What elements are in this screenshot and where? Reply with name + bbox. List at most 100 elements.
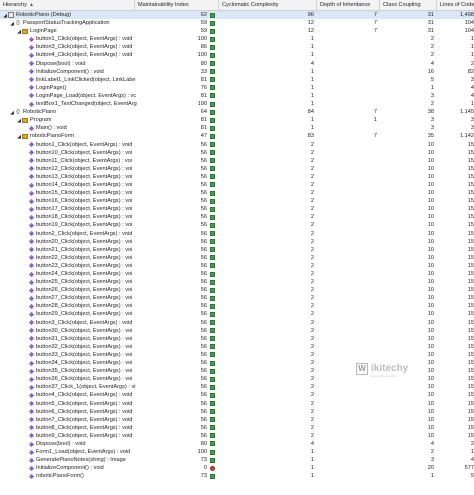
table-row[interactable]: button19_Click(object, EventArgs) : voi 5…	[0, 221, 474, 229]
table-row[interactable]: Form1_Load(object, EventArgs) : void 100 1…	[0, 448, 474, 456]
table-row[interactable]: button15_Click(object, EventArgs) : voi 5…	[0, 189, 474, 197]
row-name: button9_Click(object, EventArgs) : void	[36, 432, 133, 439]
table-row[interactable]: button1_Click(object, EventArgs) : void 1…	[0, 35, 474, 43]
class-coupling-value: 10	[427, 165, 434, 172]
table-row[interactable]: ◢ LoginPage 59 12 7 31 104	[0, 27, 474, 35]
cyclomatic-complexity-value: 1	[310, 465, 314, 472]
table-row[interactable]: button29_Click(object, EventArgs) : voi 5…	[0, 310, 474, 318]
row-name: RoboticPiano	[23, 109, 57, 116]
maintainability-value: 56	[200, 311, 207, 318]
table-row[interactable]: button22_Click(object, EventArgs) : voi 5…	[0, 254, 474, 262]
class-coupling-value: 10	[427, 246, 434, 253]
table-row[interactable]: textBox1_TextChanged(object, EventArg 100…	[0, 100, 474, 108]
table-row[interactable]: button23_Click(object, EventArgs) : voi 5…	[0, 262, 474, 270]
depth-of-inheritance-value: 1	[373, 117, 377, 124]
table-row[interactable]: button21_Click(object, EventArgs) : voi 5…	[0, 246, 474, 254]
table-row[interactable]: button12_Click(object, EventArgs) : voi 5…	[0, 165, 474, 173]
table-row[interactable]: ◢{} RoboticPiano 64 84 7 38 1,145	[0, 108, 474, 116]
lines-of-code-value: 15	[467, 416, 474, 423]
table-row[interactable]: Dispose(bool) : void 80 4 4 2	[0, 60, 474, 68]
table-row[interactable]: button4_Click(object, EventArgs) : void 1…	[0, 51, 474, 59]
table-row[interactable]: ◢{} PassportStatusTrackingApplication 59 12…	[0, 19, 474, 27]
depth-of-inheritance-value	[316, 221, 379, 229]
column-header-maintainability-index[interactable]: Maintainability Index	[134, 0, 218, 10]
table-row[interactable]: button16_Click(object, EventArgs) : voi 5…	[0, 197, 474, 205]
table-row[interactable]: ◢ Program 81 1 1 3 3	[0, 116, 474, 124]
table-row[interactable]: button37_Click_1(object, EventArgs) : vi…	[0, 383, 474, 391]
method-icon	[28, 149, 35, 156]
column-header-depth-of-inheritance[interactable]: Depth of Inheritance	[316, 0, 379, 10]
table-row[interactable]: button13_Click(object, EventArgs) : voi 5…	[0, 173, 474, 181]
table-row[interactable]: button18_Click(object, EventArgs) : voi 5…	[0, 213, 474, 221]
column-header-hierarchy[interactable]: Hierarchy ▲	[0, 0, 134, 10]
table-row[interactable]: button11_Click(object, EventArgs) : voi 5…	[0, 157, 474, 165]
table-row[interactable]: button17_Click(object, EventArgs) : voi 5…	[0, 205, 474, 213]
row-name: button14_Click(object, EventArgs) : voi	[36, 181, 133, 188]
maintainability-value: 64	[200, 109, 207, 116]
cyclomatic-complexity-value: 2	[310, 157, 314, 164]
table-row[interactable]: button10_Click(object, EventArgs) : voi 5…	[0, 149, 474, 157]
ok-status-icon	[210, 174, 215, 180]
table-row[interactable]: button3_Click(object, EventArgs) : void 8…	[0, 43, 474, 51]
table-row[interactable]: Main() : void 81 1 3 3	[0, 124, 474, 132]
table-row[interactable]: button30_Click(object, EventArgs) : voi 5…	[0, 327, 474, 335]
table-row[interactable]: LoginPage_Load(object, EventArgs) : vc 81…	[0, 92, 474, 100]
table-row[interactable]: InitializeComponent() : void 33 1 16 82	[0, 68, 474, 76]
table-row[interactable]: button8_Click(object, EventArgs) : void 5…	[0, 424, 474, 432]
table-row[interactable]: Dispose(bool) : void 80 4 4 2	[0, 440, 474, 448]
lines-of-code-value: 15	[467, 432, 474, 439]
table-row[interactable]: GeneratePianoNotes(string) : Image 73 1 3 4	[0, 456, 474, 464]
method-icon	[28, 214, 35, 221]
cyclomatic-complexity-value: 1	[310, 117, 314, 124]
class-coupling-value: 38	[427, 109, 434, 116]
table-row[interactable]: button33_Click(object, EventArgs) : voi 5…	[0, 351, 474, 359]
cyclomatic-complexity-value: 1	[310, 84, 314, 91]
table-row[interactable]: button1_Click(object, EventArgs) : void 5…	[0, 141, 474, 149]
row-name: button1_Click(object, EventArgs) : void	[36, 36, 133, 43]
maintainability-cell: 56	[134, 246, 218, 254]
cyclomatic-complexity-value: 84	[307, 109, 314, 116]
table-row[interactable]: button9_Click(object, EventArgs) : void 5…	[0, 432, 474, 440]
class-coupling-value: 10	[427, 392, 434, 399]
table-row[interactable]: button25_Click(object, EventArgs) : voi 5…	[0, 278, 474, 286]
method-icon	[28, 174, 35, 180]
table-row[interactable]: button2_Click(object, EventArgs) : void 5…	[0, 230, 474, 238]
class-coupling-value: 10	[427, 254, 434, 261]
table-row[interactable]: button32_Click(object, EventArgs) : voi 5…	[0, 343, 474, 351]
table-row[interactable]: LoginPage() 76 1 1 4	[0, 84, 474, 92]
maintainability-cell: 86	[134, 43, 218, 51]
table-row[interactable]: button14_Click(object, EventArgs) : voi 5…	[0, 181, 474, 189]
table-row[interactable]: button24_Click(object, EventArgs) : voi 5…	[0, 270, 474, 278]
table-row[interactable]: button4_Click(object, EventArgs) : void 5…	[0, 391, 474, 399]
cyclomatic-complexity-value: 2	[310, 198, 314, 205]
table-row[interactable]: linkLabel1_LinkClicked(object, LinkLabe 8…	[0, 76, 474, 84]
table-row[interactable]: button7_Click(object, EventArgs) : void 5…	[0, 416, 474, 424]
column-header-row: Hierarchy ▲ Maintainability Index Cycloma…	[0, 0, 474, 11]
table-row[interactable]: roboticPianoForm() 73 1 1 5	[0, 472, 474, 480]
cyclomatic-complexity-value: 2	[310, 303, 314, 310]
table-row[interactable]: ◢ roboticPianoForm 47 83 7 35 1,142	[0, 132, 474, 140]
table-row[interactable]: button28_Click(object, EventArgs) : voi 5…	[0, 302, 474, 310]
cyclomatic-complexity-value: 1	[310, 457, 314, 464]
column-header-class-coupling[interactable]: Class Coupling	[379, 0, 436, 10]
table-row[interactable]: ◢ RoboticPiano (Debug) 62 96 7 31 1,498	[0, 11, 474, 20]
table-row[interactable]: button26_Click(object, EventArgs) : voi 5…	[0, 286, 474, 294]
cyclomatic-complexity-value: 12	[307, 28, 314, 35]
column-header-lines-of-code[interactable]: Lines of Code	[436, 0, 474, 10]
table-row[interactable]: button6_Click(object, EventArgs) : void 5…	[0, 408, 474, 416]
lines-of-code-value: 15	[467, 246, 474, 253]
table-row[interactable]: button31_Click(object, EventArgs) : voi 5…	[0, 335, 474, 343]
method-icon	[28, 417, 35, 423]
table-row[interactable]: button5_Click(object, EventArgs) : void 5…	[0, 400, 474, 408]
lines-of-code-value: 15	[467, 295, 474, 302]
hierarchy-cell: ◢ LoginPage	[0, 27, 150, 35]
table-row[interactable]: button27_Click(object, EventArgs) : voi 5…	[0, 294, 474, 302]
table-row[interactable]: button3_Click(object, EventArgs) : void 5…	[0, 319, 474, 327]
row-name: button3_Click(object, EventArgs) : void	[36, 319, 133, 326]
maintainability-value: 56	[200, 190, 207, 197]
table-row[interactable]: InitializeComponent() : void 0 1 20 577	[0, 464, 474, 472]
lines-of-code-value: 15	[467, 206, 474, 213]
table-row[interactable]: button20_Click(object, EventArgs) : voi 5…	[0, 238, 474, 246]
column-header-cyclomatic-complexity[interactable]: Cyclomatic Complexity	[218, 0, 316, 10]
depth-of-inheritance-value	[316, 238, 379, 246]
